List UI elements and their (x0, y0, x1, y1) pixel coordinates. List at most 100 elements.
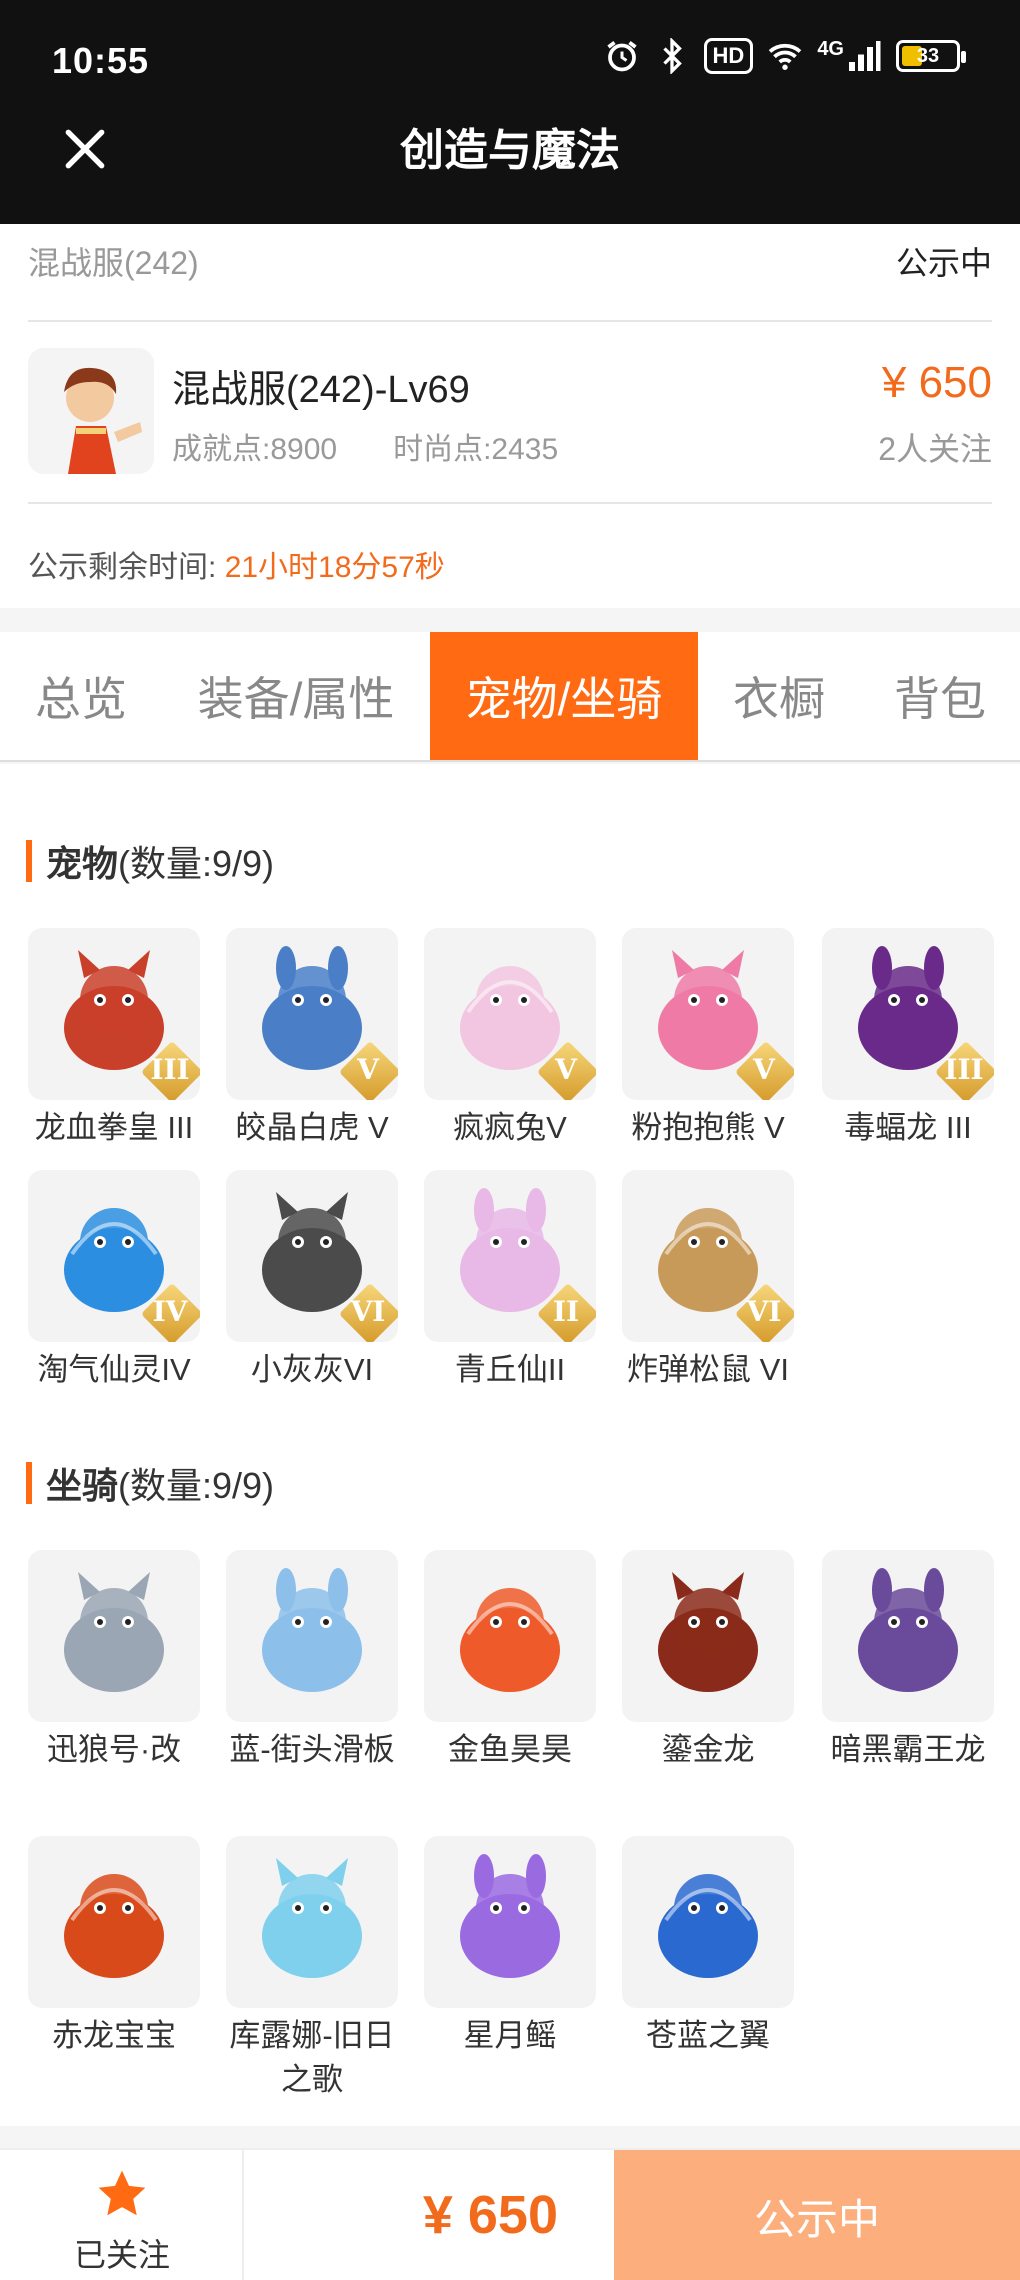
network-type-label: 4G (817, 37, 844, 60)
pets-section-header: 宠物 (数量:9/9) (26, 838, 274, 884)
pet-thumbnail: VI (622, 1170, 794, 1342)
remaining-time-label: 公示剩余时间: (28, 551, 217, 584)
character-avatar (28, 348, 154, 474)
mount-name: 金鱼昊昊 (448, 1732, 572, 1767)
mount-card[interactable]: 迅狼号·改 (28, 1550, 200, 1772)
mount-card[interactable]: 金鱼昊昊 (424, 1550, 596, 1772)
pet-thumbnail: II (424, 1170, 596, 1342)
page-title: 创造与魔法 (400, 126, 620, 175)
pet-card[interactable]: III 龙血拳皇 III (28, 928, 200, 1150)
mount-name: 苍蓝之翼 (646, 2018, 770, 2053)
mount-name: 赤龙宝宝 (52, 2018, 176, 2053)
rank-label: VI (746, 1295, 782, 1328)
mount-card[interactable]: 蓝-街头滑板 (226, 1550, 398, 1772)
follow-label: 已关注 (73, 2237, 170, 2273)
tab-backpack[interactable]: 背包 (860, 632, 1020, 760)
pet-name: 青丘仙II (454, 1352, 566, 1387)
remaining-time: 公示剩余时间: 21小时18分57秒 (28, 542, 445, 586)
divider (28, 320, 992, 322)
pet-name: 龙血拳皇 III (34, 1110, 194, 1145)
listing-status: 公示中 (895, 245, 992, 281)
listing-summary: 混战服(242) 公示中 混战服(242)-Lv69 成就点:8900 时尚点:… (0, 224, 1020, 608)
pet-thumbnail: III (822, 928, 994, 1100)
rank-label: V (357, 1053, 379, 1086)
pet-name: 毒蝠龙 III (844, 1110, 972, 1145)
mount-thumbnail (28, 1836, 200, 2008)
dark-trex-icon (858, 1568, 958, 1692)
tab-bar: 总览 装备/属性 宠物/坐骑 衣橱 背包 (0, 632, 1020, 762)
rank-label: III (150, 1053, 190, 1086)
mount-thumbnail (424, 1836, 596, 2008)
tab-overview[interactable]: 总览 (0, 632, 162, 760)
mount-card[interactable]: 暗黑霸王龙 (822, 1550, 994, 1772)
app-header: 10:55 HD 4G 33 创造与魔法 (0, 0, 1020, 224)
achievement-points: 成就点:8900 (172, 433, 338, 466)
skateboard-icon (262, 1568, 362, 1692)
server-row: 混战服(242) 公示中 (28, 236, 992, 286)
hd-icon: HD (703, 38, 754, 74)
follower-count: 2人关注 (878, 431, 992, 467)
character-stats: 成就点:8900 时尚点:2435 (172, 424, 558, 468)
pet-card[interactable]: V 疯疯兔V (424, 928, 596, 1150)
mount-name: 蓝-街头滑板 (229, 1732, 395, 1767)
pet-card[interactable]: III 毒蝠龙 III (822, 928, 994, 1150)
mount-card[interactable]: 星月鳐 (424, 1836, 596, 2058)
pet-name: 粉抱抱熊 V (631, 1110, 785, 1145)
goldfish-icon (460, 1588, 560, 1692)
mount-thumbnail (424, 1550, 596, 1722)
status-bar: 10:55 HD 4G 33 (0, 0, 1020, 120)
mount-thumbnail (28, 1550, 200, 1722)
follow-button[interactable]: 已关注 (0, 2150, 244, 2280)
status-button[interactable]: 公示中 (614, 2150, 1020, 2280)
pet-thumbnail: V (622, 928, 794, 1100)
remaining-time-value: 21小时18分57秒 (224, 551, 445, 584)
mount-name: 库露娜-旧日之歌 (229, 2018, 395, 2097)
pet-name: 小灰灰VI (250, 1352, 374, 1387)
wifi-icon (769, 43, 802, 70)
pet-thumbnail: IV (28, 1170, 200, 1342)
mount-thumbnail (226, 1836, 398, 2008)
pet-name: 皎晶白虎 V (235, 1110, 389, 1145)
bluetooth-icon (662, 38, 682, 74)
pets-title: 宠物 (46, 843, 119, 884)
pet-name: 炸弹松鼠 VI (627, 1352, 789, 1387)
pet-card[interactable]: II 青丘仙II (424, 1170, 596, 1392)
mount-card[interactable]: 库露娜-旧日之歌 (226, 1836, 398, 2102)
mount-thumbnail (622, 1836, 794, 2008)
pet-card[interactable]: VI 小灰灰VI (226, 1170, 398, 1392)
mecha-wolf-icon (64, 1572, 164, 1692)
tab-equipment[interactable]: 装备/属性 (162, 632, 430, 760)
star-icon (98, 2170, 146, 2216)
mount-card[interactable]: 赤龙宝宝 (28, 1836, 200, 2058)
tab-wardrobe[interactable]: 衣橱 (698, 632, 860, 760)
blue-wing-dragon-icon (658, 1874, 758, 1978)
pet-thumbnail: VI (226, 1170, 398, 1342)
alarm-icon (606, 41, 637, 72)
rank-label: VI (350, 1295, 386, 1328)
character-title: 混战服(242)-Lv69 (172, 369, 470, 411)
mount-card[interactable]: 苍蓝之翼 (622, 1836, 794, 2058)
section-marker (26, 1462, 32, 1504)
mounts-count: (数量:9/9) (118, 1465, 275, 1506)
pet-thumbnail: V (424, 928, 596, 1100)
mount-thumbnail (622, 1550, 794, 1722)
pet-card[interactable]: V 粉抱抱熊 V (622, 928, 794, 1150)
tab-pets-mounts[interactable]: 宠物/坐骑 (430, 632, 698, 760)
mount-card[interactable]: 鎏金龙 (622, 1550, 794, 1772)
fashion-points: 时尚点:2435 (393, 433, 559, 466)
server-name: 混战服(242) (28, 245, 199, 281)
status-icons: HD 4G 33 (604, 37, 966, 74)
bottom-bar: 已关注 ¥ 650 公示中 (0, 2148, 1020, 2280)
rank-label: II (552, 1295, 580, 1328)
star-ray-icon (460, 1854, 560, 1978)
kuluna-sheep-icon (262, 1858, 362, 1978)
battery-level: 33 (916, 44, 940, 67)
pet-card[interactable]: V 皎晶白虎 V (226, 928, 398, 1150)
pet-card[interactable]: IV 淘气仙灵IV (28, 1170, 200, 1392)
status-time: 10:55 (52, 40, 150, 81)
mount-thumbnail (226, 1550, 398, 1722)
mounts-title: 坐骑 (46, 1465, 119, 1506)
section-marker (26, 840, 32, 882)
pets-mounts-panel: 宠物 (数量:9/9) III 龙血拳皇 III V 皎晶白虎 V V 疯疯兔V V 粉抱抱熊… (0, 764, 1020, 2126)
pet-card[interactable]: VI 炸弹松鼠 VI (622, 1170, 794, 1392)
